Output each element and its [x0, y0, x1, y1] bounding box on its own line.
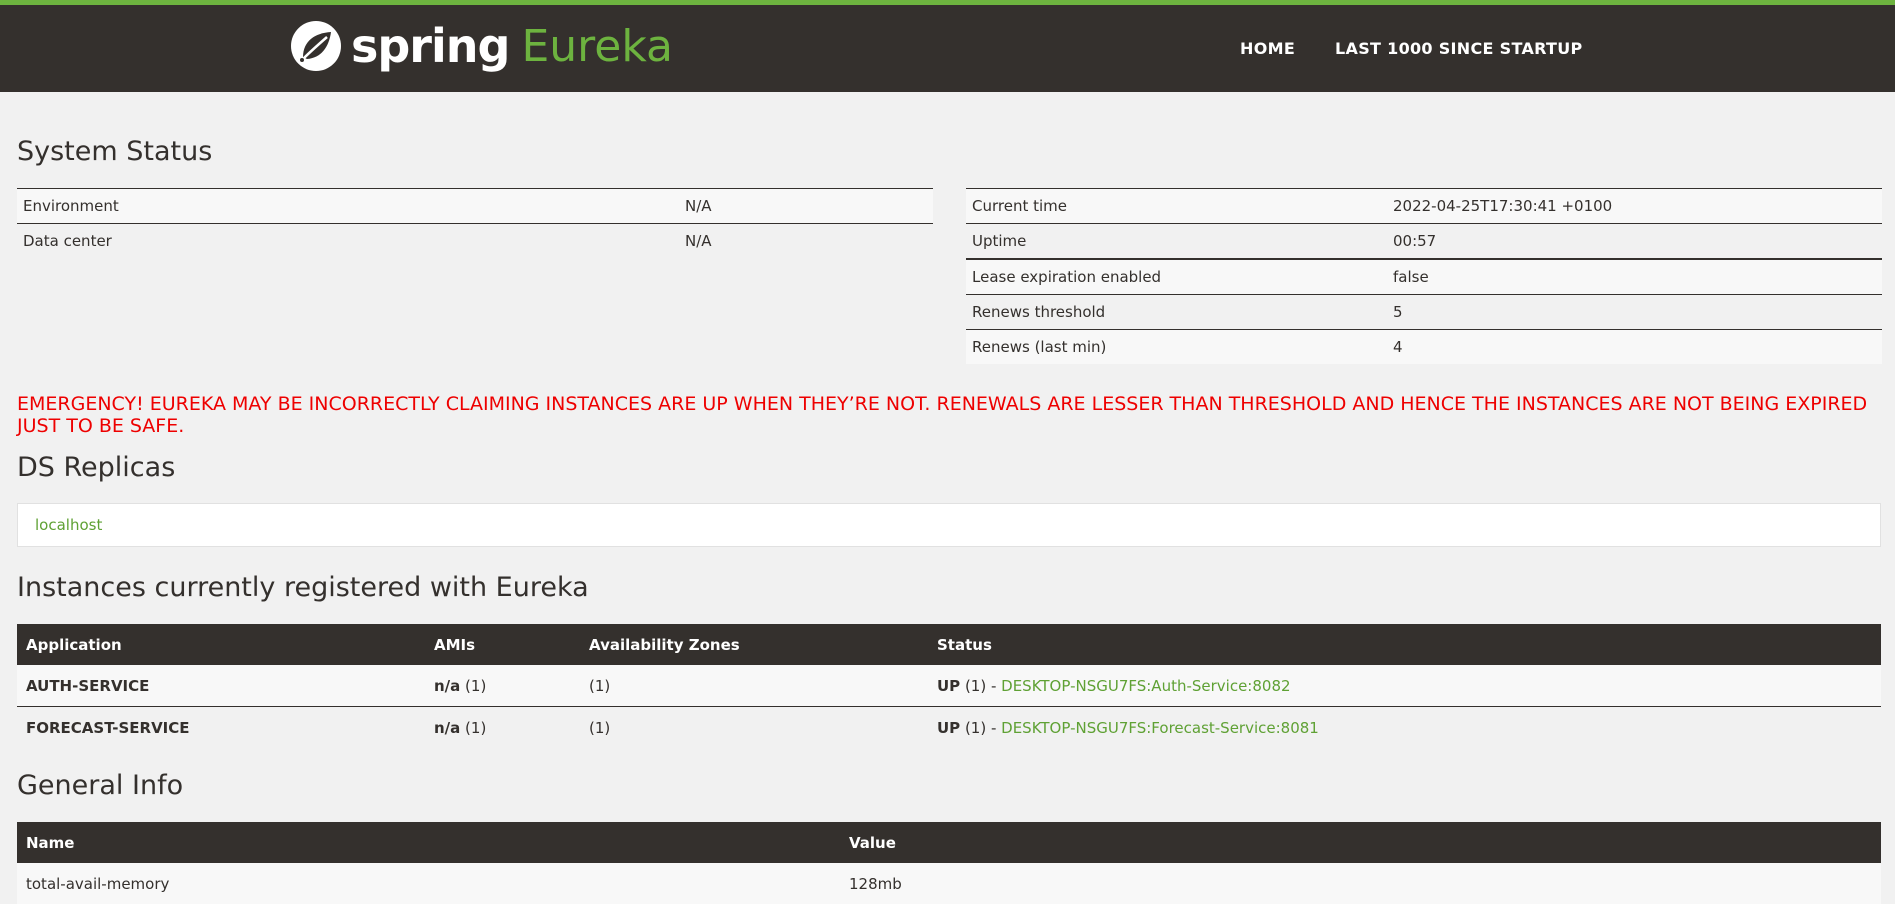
status-value: UP	[937, 676, 961, 695]
renews-value: 4	[1387, 329, 1882, 364]
ami-value: n/a	[434, 718, 461, 737]
datacenter-name: Data center	[17, 223, 679, 258]
env-value: N/A	[679, 188, 933, 224]
table-row: total-avail-memory 128mb	[17, 863, 1881, 904]
general-info-title: General Info	[17, 770, 184, 801]
instance-amis: n/a (1)	[425, 706, 580, 748]
system-status-right-table: Current time 2022-04-25T17:30:41 +0100 U…	[966, 188, 1882, 364]
col-status: Status	[928, 624, 1881, 665]
info-name: total-avail-memory	[17, 863, 840, 904]
spring-leaf-icon	[291, 21, 341, 71]
table-row: Lease expiration enabled false	[966, 258, 1882, 295]
instance-amis: n/a (1)	[425, 665, 580, 707]
threshold-name: Renews threshold	[966, 294, 1387, 330]
current-time-value: 2022-04-25T17:30:41 +0100	[1387, 188, 1882, 224]
col-zones: Availability Zones	[580, 624, 928, 665]
instance-zones: (1)	[580, 665, 928, 707]
table-row: Current time 2022-04-25T17:30:41 +0100	[966, 188, 1882, 224]
ami-value: n/a	[434, 676, 461, 695]
instance-status: UP (1) - DESKTOP-NSGU7FS:Auth-Service:80…	[928, 665, 1881, 707]
replica-localhost-link[interactable]: localhost	[35, 516, 102, 534]
table-row: AUTH-SERVICE n/a (1) (1) UP (1) - DESKTO…	[17, 665, 1881, 707]
lease-name: Lease expiration enabled	[966, 258, 1387, 295]
status-value: UP	[937, 718, 961, 737]
info-value: 128mb	[840, 863, 1881, 904]
emergency-warning: EMERGENCY! EUREKA MAY BE INCORRECTLY CLA…	[17, 393, 1868, 437]
instance-status: UP (1) - DESKTOP-NSGU7FS:Forecast-Servic…	[928, 706, 1881, 748]
ami-count: (1)	[460, 676, 487, 695]
instances-table: Application AMIs Availability Zones Stat…	[17, 624, 1881, 748]
col-value: Value	[840, 822, 1881, 863]
nav-last1000-link[interactable]: LAST 1000 SINCE STARTUP	[1335, 39, 1583, 58]
system-status-title: System Status	[17, 136, 213, 167]
col-amis: AMIs	[425, 624, 580, 665]
instance-app: AUTH-SERVICE	[17, 665, 425, 707]
table-header-row: Application AMIs Availability Zones Stat…	[17, 624, 1881, 665]
table-row: Renews (last min) 4	[966, 329, 1882, 364]
uptime-name: Uptime	[966, 223, 1387, 259]
uptime-value: 00:57	[1387, 223, 1882, 259]
table-row: Uptime 00:57	[966, 223, 1882, 259]
instance-link[interactable]: DESKTOP-NSGU7FS:Forecast-Service:8081	[1001, 719, 1319, 737]
lease-value: false	[1387, 258, 1882, 295]
spring-eureka-logo[interactable]: spring Eureka	[289, 19, 673, 73]
datacenter-value: N/A	[679, 223, 933, 258]
brand-eureka: Eureka	[521, 20, 673, 72]
renews-name: Renews (last min)	[966, 329, 1387, 364]
instance-app: FORECAST-SERVICE	[17, 706, 425, 748]
ds-replicas-panel: localhost	[17, 503, 1881, 547]
threshold-value: 5	[1387, 294, 1882, 330]
nav-home-link[interactable]: HOME	[1240, 39, 1295, 58]
nav-links: HOME LAST 1000 SINCE STARTUP	[1240, 39, 1623, 58]
col-application: Application	[17, 624, 425, 665]
system-status-left-table: Environment N/A Data center N/A	[17, 188, 933, 258]
ds-replicas-title: DS Replicas	[17, 452, 176, 483]
ami-count: (1)	[460, 718, 487, 737]
current-time-name: Current time	[966, 188, 1387, 224]
table-row: Renews threshold 5	[966, 294, 1882, 330]
status-count: (1) -	[960, 718, 1002, 737]
general-info-table: Name Value total-avail-memory 128mb	[17, 822, 1881, 904]
table-row: Environment N/A	[17, 188, 933, 224]
table-header-row: Name Value	[17, 822, 1881, 863]
table-row: FORECAST-SERVICE n/a (1) (1) UP (1) - DE…	[17, 706, 1881, 748]
instances-title: Instances currently registered with Eure…	[17, 572, 589, 603]
table-row: Data center N/A	[17, 223, 933, 258]
env-name: Environment	[17, 188, 679, 224]
status-count: (1) -	[960, 676, 1002, 695]
instance-zones: (1)	[580, 706, 928, 748]
col-name: Name	[17, 822, 840, 863]
instance-link[interactable]: DESKTOP-NSGU7FS:Auth-Service:8082	[1001, 677, 1290, 695]
brand-spring: spring	[351, 19, 510, 73]
navbar: spring Eureka HOME LAST 1000 SINCE START…	[0, 5, 1895, 92]
